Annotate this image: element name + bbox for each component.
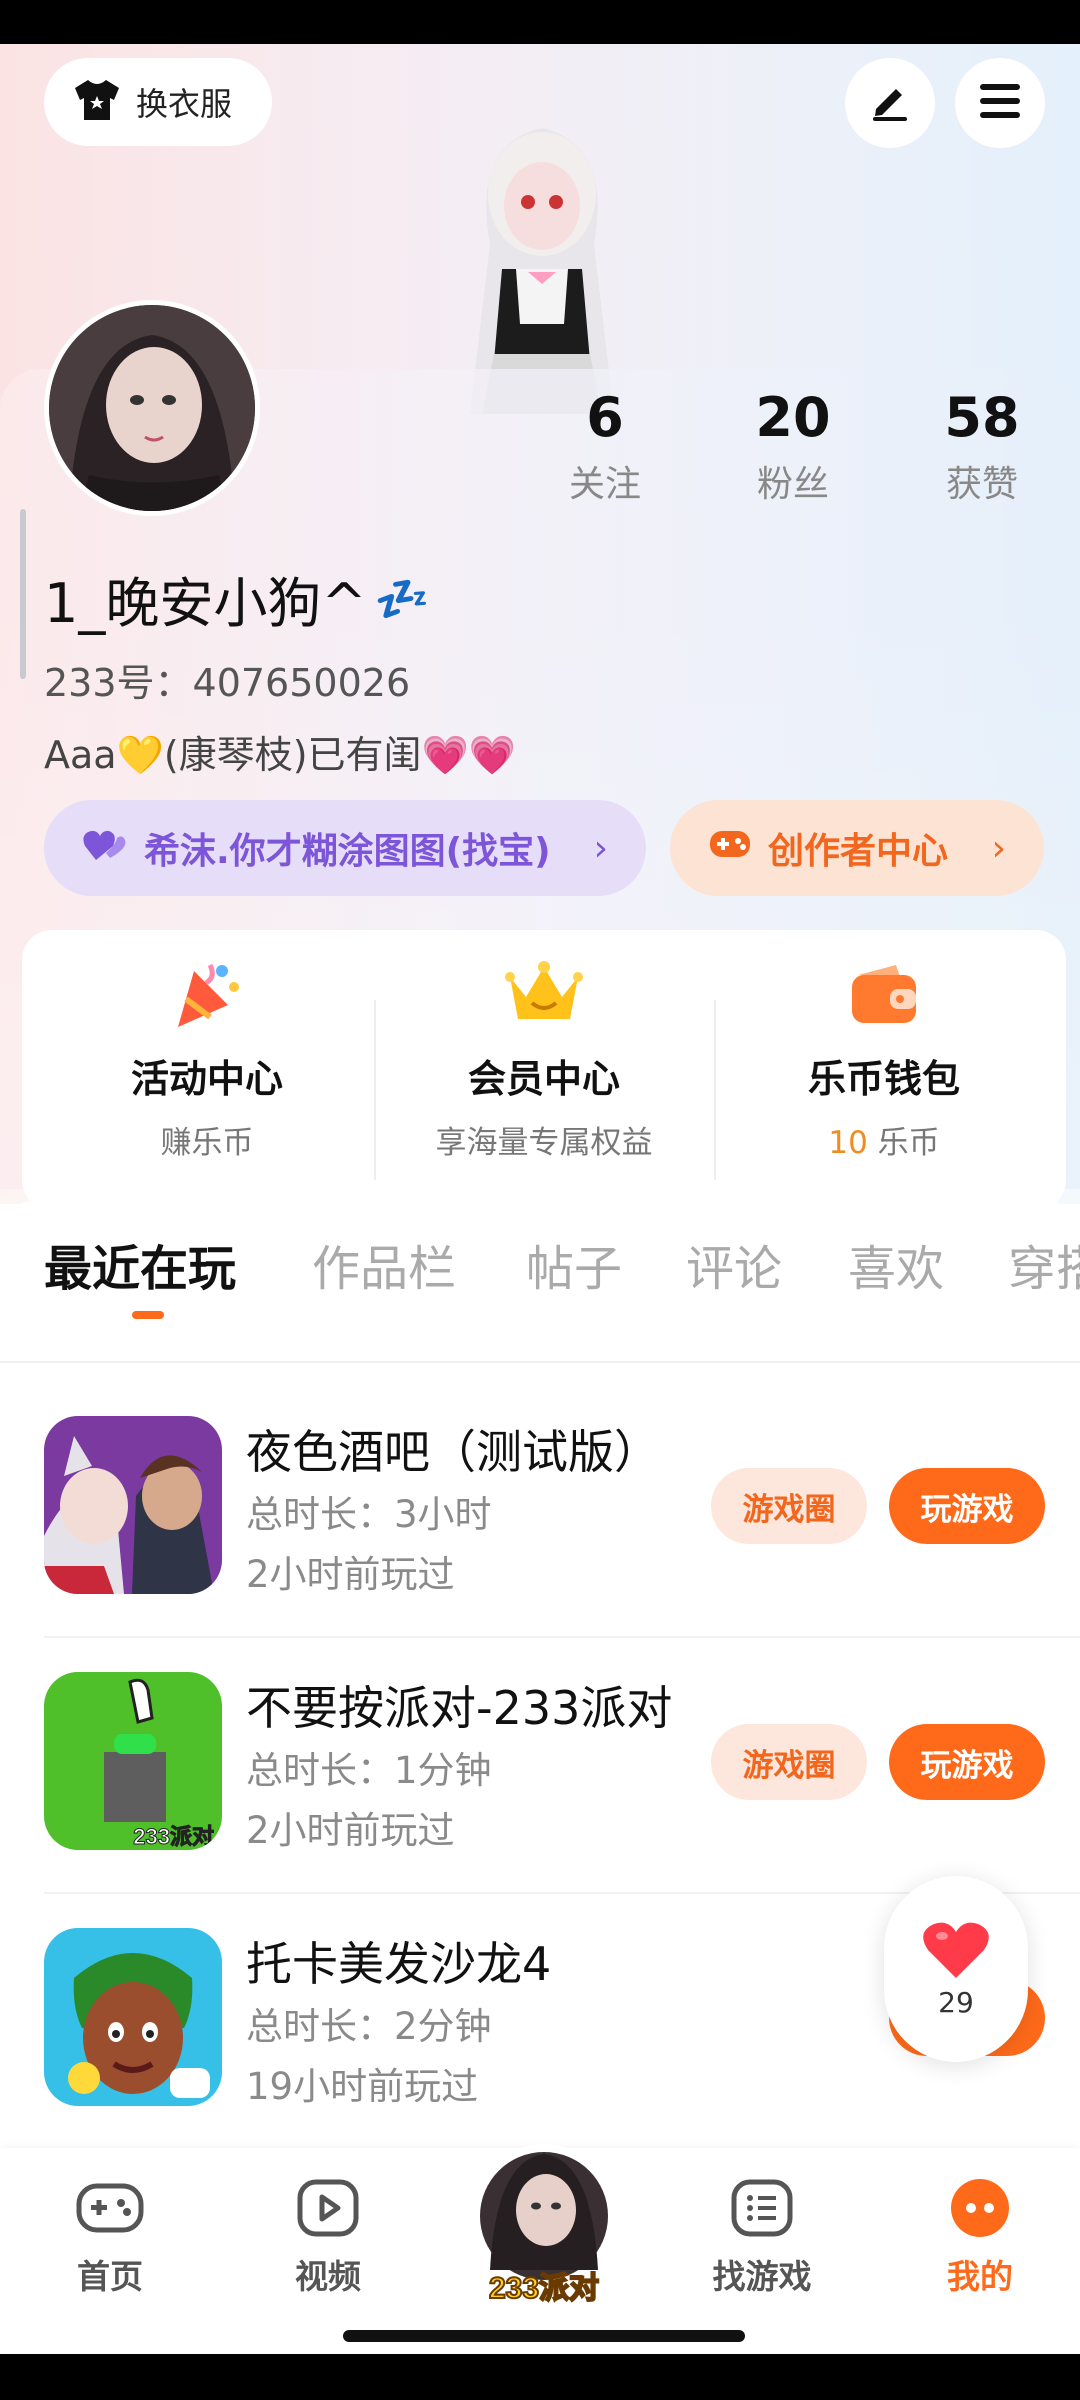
tab-posts[interactable]: 帖子 <box>526 1229 622 1299</box>
profile-screen: 换衣服 6 关注 20 粉丝 58 获赞 1_晚安小狗^ 💤 233号：4076… <box>0 44 1080 2354</box>
tab-works[interactable]: 作品栏 <box>312 1229 456 1299</box>
creator-center-label: 创作者中心 <box>768 831 949 872</box>
username-text: 1_晚安小狗^ <box>44 572 367 635</box>
game-duration: 总时长：3小时 <box>246 1493 492 1536</box>
vip-center-button[interactable]: 会员中心 享海量专属权益 <box>374 930 714 1210</box>
game-icon-night-bar <box>44 1416 222 1594</box>
play-game-button[interactable]: 玩游戏 <box>889 1468 1045 1544</box>
quick-actions-card: 活动中心 赚乐币 会员中心 享海量专属权益 乐币钱包 10 乐币 <box>22 930 1066 1210</box>
game-circle-button[interactable]: 游戏圈 <box>711 1468 867 1544</box>
scroll-indicator <box>20 509 26 679</box>
user-avatar[interactable] <box>44 300 260 516</box>
likes-stat[interactable]: 58 获赞 <box>902 386 1062 507</box>
followers-stat[interactable]: 20 粉丝 <box>713 386 873 507</box>
following-label: 关注 <box>568 464 641 505</box>
following-stat[interactable]: 6 关注 <box>525 386 685 507</box>
user-id[interactable]: 233号：407650026 <box>44 652 410 707</box>
activity-center-button[interactable]: 活动中心 赚乐币 <box>37 930 377 1210</box>
party-popper-icon <box>170 954 244 1034</box>
edit-profile-button[interactable] <box>845 58 935 148</box>
avatar-character[interactable] <box>432 84 652 414</box>
play-game-button[interactable]: 玩游戏 <box>889 1724 1045 1800</box>
vip-center-title: 会员中心 <box>467 1057 620 1101</box>
followers-count: 20 <box>755 386 831 449</box>
nav-home-label: 首页 <box>77 2257 143 2296</box>
floating-like-button[interactable]: 29 <box>884 1876 1028 2062</box>
chevron-right-icon: › <box>593 827 608 869</box>
tab-recent-played[interactable]: 最近在玩 <box>44 1229 236 1299</box>
like-count: 29 <box>938 1985 974 2019</box>
home-indicator[interactable] <box>343 2330 745 2342</box>
nav-find-game[interactable]: 找游戏 <box>682 2178 842 2298</box>
coin-wallet-sub: 10 乐币 <box>828 1117 939 1162</box>
activity-center-title: 活动中心 <box>130 1057 283 1101</box>
game-circle-button[interactable]: 游戏圈 <box>711 1724 867 1800</box>
nav-video[interactable]: 视频 <box>248 2178 408 2298</box>
tab-comments[interactable]: 评论 <box>686 1229 782 1299</box>
profile-tabs: 最近在玩 作品栏 帖子 评论 喜欢 穿搭 <box>0 1201 1080 1319</box>
game-icon-label: 233派对 <box>133 1824 214 1849</box>
game-icon-dont-press: 233派对 <box>44 1672 222 1850</box>
likes-label: 获赞 <box>945 464 1018 505</box>
game-last-played: 2小时前玩过 <box>246 1553 455 1596</box>
chevron-right-icon: › <box>991 827 1006 869</box>
active-tab-indicator <box>132 1311 164 1319</box>
play-video-icon <box>296 2178 360 2242</box>
nav-party-center[interactable]: 233派对 <box>470 2130 618 2330</box>
nav-video-label: 视频 <box>295 2257 361 2296</box>
following-count: 6 <box>586 386 624 449</box>
game-duration: 总时长：1分钟 <box>246 1749 492 1792</box>
coin-unit: 乐币 <box>867 1125 940 1161</box>
change-outfit-button[interactable]: 换衣服 <box>44 58 272 146</box>
coin-wallet-title: 乐币钱包 <box>807 1057 960 1101</box>
likes-count: 58 <box>944 386 1020 449</box>
tshirt-icon <box>72 78 122 126</box>
tab-outfits[interactable]: 穿搭 <box>1008 1229 1080 1299</box>
followers-label: 粉丝 <box>756 464 829 505</box>
coin-wallet-button[interactable]: 乐币钱包 10 乐币 <box>714 930 1054 1210</box>
nav-find-game-label: 找游戏 <box>712 2257 812 2296</box>
list-icon <box>730 2178 794 2242</box>
game-last-played: 2小时前玩过 <box>246 1809 455 1852</box>
game-icon-toca-hair <box>44 1928 222 2106</box>
game-row[interactable]: 夜色酒吧（测试版） 总时长：3小时 2小时前玩过 游戏圈 玩游戏 <box>0 1416 1080 1672</box>
game-last-played: 19小时前玩过 <box>246 2065 479 2108</box>
game-title: 不要按派对-233派对 <box>246 1681 673 1735</box>
nav-me-label: 我的 <box>947 2257 1013 2296</box>
menu-button[interactable] <box>955 58 1045 148</box>
edit-icon <box>868 79 912 127</box>
party-logo-label: 233派对 <box>489 2272 599 2305</box>
me-face-icon <box>948 2178 1012 2242</box>
double-heart-icon <box>82 826 128 871</box>
crown-icon <box>504 954 584 1034</box>
username: 1_晚安小狗^ 💤 <box>44 559 429 638</box>
creator-center-button[interactable]: 创作者中心 › <box>670 800 1044 896</box>
user-bio: Aaa💛(康琴枝)已有闺💗💗 <box>44 733 517 777</box>
change-outfit-label: 换衣服 <box>136 85 233 123</box>
gamepad-icon <box>75 2178 145 2242</box>
wallet-icon <box>848 954 920 1034</box>
game-title: 夜色酒吧（测试版） <box>246 1425 660 1479</box>
sleep-emoji-icon: 💤 <box>374 573 430 625</box>
coin-balance: 10 <box>828 1125 868 1161</box>
vip-center-sub: 享海量专属权益 <box>435 1125 653 1161</box>
gamepad-icon <box>708 827 752 870</box>
bond-link-button[interactable]: 希沫.你才糊涂图图(找宝) › <box>44 800 646 896</box>
bond-link-label: 希沫.你才糊涂图图(找宝) <box>144 831 551 872</box>
activity-center-sub: 赚乐币 <box>160 1125 254 1161</box>
game-title: 托卡美发沙龙4 <box>246 1937 552 1991</box>
heart-icon <box>922 1920 990 1984</box>
tab-likes[interactable]: 喜欢 <box>848 1229 944 1299</box>
game-duration: 总时长：2分钟 <box>246 2005 492 2048</box>
menu-icon <box>978 81 1022 125</box>
nav-home[interactable]: 首页 <box>30 2178 190 2298</box>
nav-me[interactable]: 我的 <box>900 2178 1060 2298</box>
